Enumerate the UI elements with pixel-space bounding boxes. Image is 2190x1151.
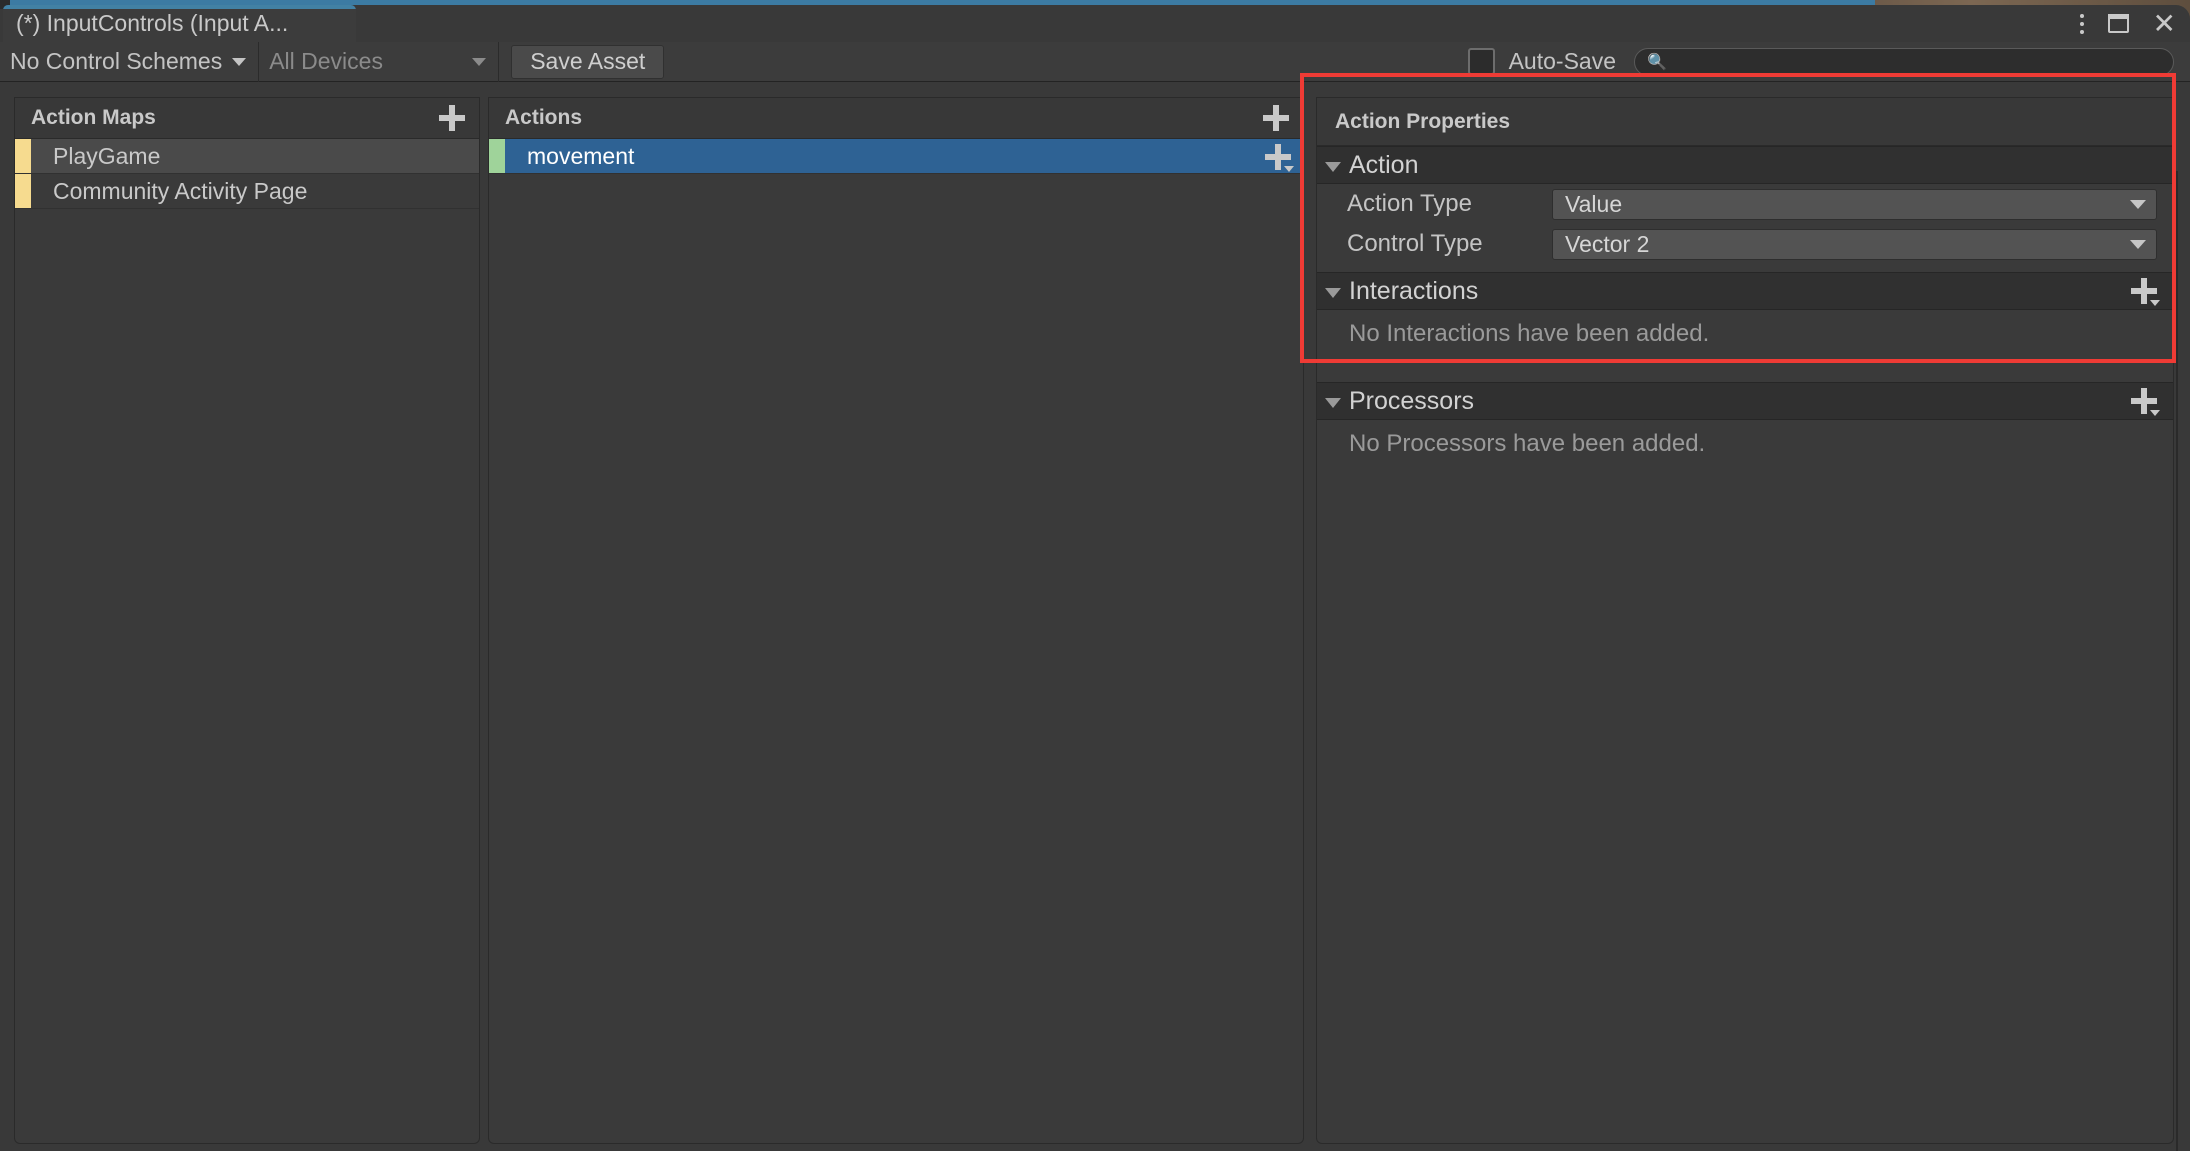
- action-maps-panel: Action Maps PlayGame Community Activity …: [14, 97, 480, 1144]
- search-input[interactable]: [1674, 51, 2161, 72]
- action-maps-header: Action Maps: [15, 98, 479, 139]
- close-icon[interactable]: ✕: [2153, 9, 2176, 38]
- collapse-triangle-icon[interactable]: [1325, 161, 1341, 172]
- add-interaction-button[interactable]: [2131, 278, 2160, 306]
- chevron-down-icon: [2130, 239, 2146, 249]
- maximize-icon[interactable]: [2107, 14, 2129, 33]
- section-header-interactions: Interactions: [1317, 272, 2173, 310]
- section-title-interactions: Interactions: [1349, 276, 1479, 305]
- action-type-value: Value: [1565, 190, 1623, 217]
- auto-save-control[interactable]: Auto-Save: [1467, 48, 1616, 75]
- save-asset-button[interactable]: Save Asset: [511, 44, 665, 79]
- action-type-dropdown[interactable]: Value: [1552, 188, 2157, 220]
- actions-title: Actions: [505, 106, 583, 129]
- auto-save-label: Auto-Save: [1508, 48, 1616, 74]
- section-header-action: Action: [1317, 146, 2173, 184]
- field-control-type: Control Type Vector 2: [1317, 224, 2173, 264]
- action-map-label: Community Activity Page: [53, 177, 308, 204]
- auto-save-checkbox[interactable]: [1467, 48, 1495, 75]
- action-row-movement[interactable]: movement: [489, 139, 1303, 174]
- tab-label: (*) InputControls (Input A...: [16, 10, 289, 36]
- add-action-button[interactable]: [1263, 105, 1289, 131]
- actions-panel: Actions movement: [488, 97, 1304, 1144]
- add-processor-button[interactable]: [2131, 388, 2160, 416]
- action-accent-bar: [489, 139, 505, 173]
- action-properties-panel: Action Properties Action Action Type Val…: [1316, 97, 2174, 1144]
- actions-list: movement: [489, 139, 1303, 174]
- action-map-accent-bar: [15, 174, 31, 208]
- add-binding-button[interactable]: [1265, 144, 1294, 172]
- action-map-row-playgame[interactable]: PlayGame: [15, 139, 479, 174]
- save-asset-label: Save Asset: [530, 48, 646, 74]
- control-schemes-dropdown[interactable]: No Control Schemes: [0, 41, 260, 82]
- action-map-label: PlayGame: [53, 142, 161, 169]
- section-title-action: Action: [1349, 150, 1419, 179]
- action-maps-title: Action Maps: [31, 106, 156, 129]
- control-schemes-label: No Control Schemes: [10, 48, 223, 74]
- section-header-processors: Processors: [1317, 382, 2173, 420]
- tab-input-controls[interactable]: (*) InputControls (Input A...: [3, 5, 356, 42]
- more-options-icon[interactable]: [2079, 13, 2084, 34]
- action-properties-title: Action Properties: [1317, 98, 2173, 146]
- actions-header: Actions: [489, 98, 1303, 139]
- collapse-triangle-icon[interactable]: [1325, 287, 1341, 298]
- field-action-type: Action Type Value: [1317, 184, 2173, 224]
- control-type-value: Vector 2: [1565, 230, 1650, 257]
- right-edge-divider: [2176, 171, 2178, 1151]
- chevron-down-icon: [232, 57, 247, 66]
- chevron-down-icon: [2130, 199, 2146, 209]
- collapse-triangle-icon[interactable]: [1325, 397, 1341, 408]
- interactions-empty-text: No Interactions have been added.: [1349, 320, 1710, 347]
- action-map-row-community-activity-page[interactable]: Community Activity Page: [15, 174, 479, 209]
- search-field[interactable]: 🔍: [1634, 47, 2174, 76]
- action-map-accent-bar: [15, 139, 31, 173]
- control-type-dropdown[interactable]: Vector 2: [1552, 228, 2157, 260]
- search-icon: 🔍: [1647, 53, 1667, 71]
- field-label-control-type: Control Type: [1347, 230, 1483, 257]
- editor-toolbar: No Control Schemes All Devices Save Asse…: [0, 41, 2190, 82]
- devices-label: All Devices: [269, 48, 383, 74]
- chevron-down-icon: [2150, 410, 2160, 416]
- devices-dropdown[interactable]: All Devices: [259, 41, 500, 82]
- action-maps-list: PlayGame Community Activity Page: [15, 139, 479, 209]
- tab-strip: (*) InputControls (Input A... ✕: [0, 5, 2190, 42]
- action-label: movement: [527, 142, 635, 169]
- section-title-processors: Processors: [1349, 386, 1475, 415]
- chevron-down-icon: [1284, 166, 1294, 172]
- chevron-down-icon: [472, 57, 487, 66]
- unity-input-actions-editor: (*) InputControls (Input A... ✕ No Contr…: [0, 0, 2190, 1151]
- add-action-map-button[interactable]: [439, 105, 465, 131]
- editor-panes: Action Maps PlayGame Community Activity …: [0, 83, 2190, 1151]
- chevron-down-icon: [2150, 300, 2160, 306]
- field-label-action-type: Action Type: [1347, 190, 1472, 217]
- processors-empty-text: No Processors have been added.: [1349, 430, 1706, 457]
- window-controls: ✕: [2079, 7, 2176, 40]
